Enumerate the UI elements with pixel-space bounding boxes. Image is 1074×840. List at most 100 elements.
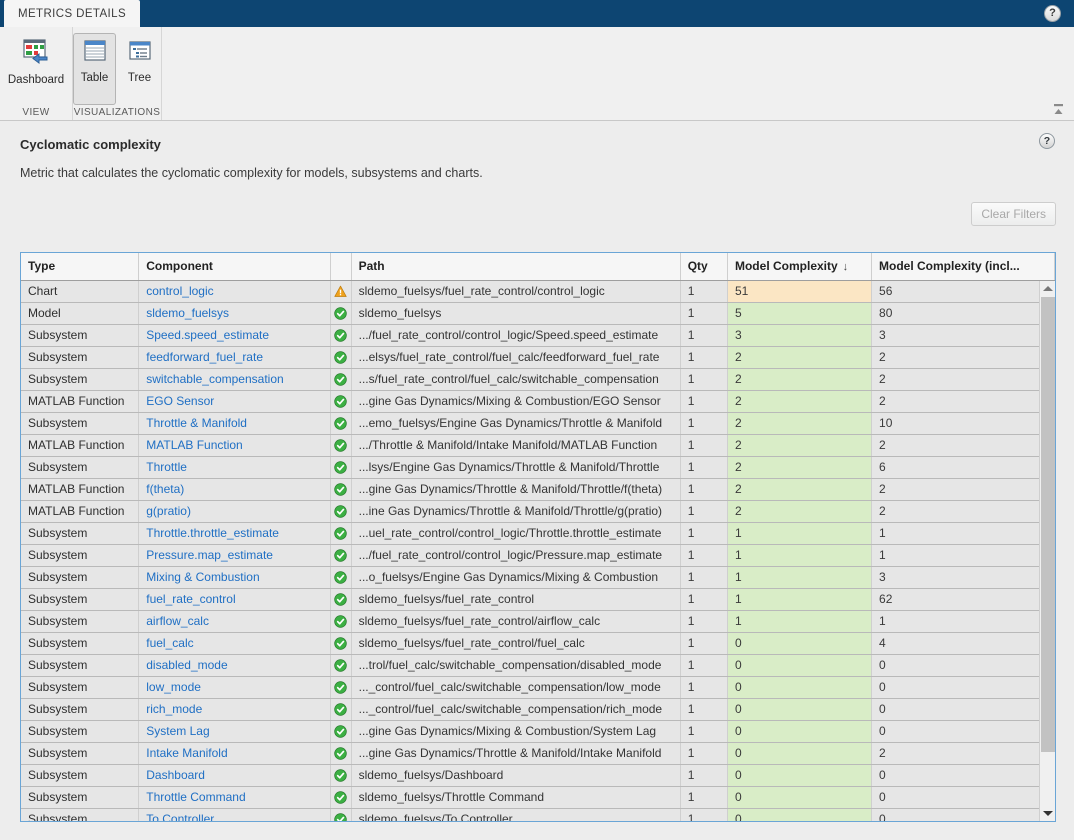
component-link[interactable]: fuel_rate_control — [146, 592, 235, 606]
cell-component[interactable]: System Lag — [139, 720, 330, 742]
column-header-component[interactable]: Component — [139, 253, 330, 280]
component-link[interactable]: EGO Sensor — [146, 394, 214, 408]
cell-component[interactable]: fuel_calc — [139, 632, 330, 654]
table-row[interactable]: SubsystemThrottle...lsys/Engine Gas Dyna… — [21, 456, 1055, 478]
component-link[interactable]: disabled_mode — [146, 658, 227, 672]
component-link[interactable]: fuel_calc — [146, 636, 193, 650]
cell-component[interactable]: sldemo_fuelsys — [139, 302, 330, 324]
cell-component[interactable]: Speed.speed_estimate — [139, 324, 330, 346]
table-row[interactable]: MATLAB FunctionMATLAB Function.../Thrott… — [21, 434, 1055, 456]
component-link[interactable]: control_logic — [146, 284, 213, 298]
cell-component[interactable]: Mixing & Combustion — [139, 566, 330, 588]
cell-model-complexity-incl: 0 — [872, 676, 1055, 698]
cell-component[interactable]: Throttle & Manifold — [139, 412, 330, 434]
component-link[interactable]: g(pratio) — [146, 504, 191, 518]
cell-qty: 1 — [680, 698, 727, 720]
help-icon[interactable]: ? — [1044, 5, 1061, 22]
cell-component[interactable]: EGO Sensor — [139, 390, 330, 412]
cell-qty: 1 — [680, 654, 727, 676]
cell-component[interactable]: g(pratio) — [139, 500, 330, 522]
column-header-path[interactable]: Path — [351, 253, 680, 280]
table-row[interactable]: SubsystemSystem Lag...gine Gas Dynamics/… — [21, 720, 1055, 742]
table-row[interactable]: Modelsldemo_fuelsyssldemo_fuelsys1580 — [21, 302, 1055, 324]
component-link[interactable]: low_mode — [146, 680, 201, 694]
table-row[interactable]: SubsystemPressure.map_estimate.../fuel_r… — [21, 544, 1055, 566]
cell-component[interactable]: MATLAB Function — [139, 434, 330, 456]
component-link[interactable]: Throttle.throttle_estimate — [146, 526, 279, 540]
table-row[interactable]: SubsystemThrottle & Manifold...emo_fuels… — [21, 412, 1055, 434]
component-link[interactable]: Intake Manifold — [146, 746, 227, 760]
tab-metrics-details[interactable]: METRICS DETAILS — [4, 0, 140, 27]
column-header-model-complexity-incl[interactable]: Model Complexity (incl... — [872, 253, 1055, 280]
column-header-status[interactable] — [330, 253, 351, 280]
component-link[interactable]: To Controller — [146, 812, 214, 822]
table-row[interactable]: SubsystemDashboardsldemo_fuelsys/Dashboa… — [21, 764, 1055, 786]
cell-component[interactable]: Intake Manifold — [139, 742, 330, 764]
component-link[interactable]: switchable_compensation — [146, 372, 283, 386]
component-link[interactable]: airflow_calc — [146, 614, 209, 628]
cell-component[interactable]: Throttle — [139, 456, 330, 478]
scroll-down-arrow-icon[interactable] — [1040, 806, 1055, 821]
table-row[interactable]: MATLAB Functionf(theta)...gine Gas Dynam… — [21, 478, 1055, 500]
component-link[interactable]: Throttle — [146, 460, 187, 474]
table-row[interactable]: SubsystemThrottle.throttle_estimate...ue… — [21, 522, 1055, 544]
metric-help-icon[interactable]: ? — [1039, 133, 1055, 149]
cell-qty: 1 — [680, 522, 727, 544]
cell-component[interactable]: To Controller — [139, 808, 330, 822]
component-link[interactable]: Dashboard — [146, 768, 205, 782]
table-row[interactable]: SubsystemMixing & Combustion...o_fuelsys… — [21, 566, 1055, 588]
table-row[interactable]: Subsystemfuel_calcsldemo_fuelsys/fuel_ra… — [21, 632, 1055, 654]
component-link[interactable]: sldemo_fuelsys — [146, 306, 229, 320]
table-row[interactable]: Subsystemrich_mode..._control/fuel_calc/… — [21, 698, 1055, 720]
table-row[interactable]: Subsystemdisabled_mode...trol/fuel_calc/… — [21, 654, 1055, 676]
cell-component[interactable]: Pressure.map_estimate — [139, 544, 330, 566]
table-row[interactable]: Chartcontrol_logicsldemo_fuelsys/fuel_ra… — [21, 280, 1055, 302]
collapse-ribbon-icon[interactable] — [1050, 102, 1066, 118]
scroll-up-arrow-icon[interactable] — [1040, 281, 1055, 296]
table-row[interactable]: SubsystemSpeed.speed_estimate.../fuel_ra… — [21, 324, 1055, 346]
cell-component[interactable]: disabled_mode — [139, 654, 330, 676]
component-link[interactable]: Throttle & Manifold — [146, 416, 247, 430]
clear-filters-button[interactable]: Clear Filters — [971, 202, 1056, 226]
tree-button[interactable]: Tree — [118, 33, 161, 105]
cell-component[interactable]: f(theta) — [139, 478, 330, 500]
table-row[interactable]: Subsystemairflow_calcsldemo_fuelsys/fuel… — [21, 610, 1055, 632]
table-row[interactable]: SubsystemThrottle Commandsldemo_fuelsys/… — [21, 786, 1055, 808]
component-link[interactable]: Mixing & Combustion — [146, 570, 259, 584]
component-link[interactable]: Speed.speed_estimate — [146, 328, 269, 342]
table-row[interactable]: Subsystemlow_mode..._control/fuel_calc/s… — [21, 676, 1055, 698]
scrollbar-thumb[interactable] — [1041, 297, 1055, 752]
cell-component[interactable]: rich_mode — [139, 698, 330, 720]
component-link[interactable]: MATLAB Function — [146, 438, 242, 452]
table-row[interactable]: SubsystemTo Controllersldemo_fuelsys/To … — [21, 808, 1055, 822]
column-header-qty[interactable]: Qty — [680, 253, 727, 280]
cell-component[interactable]: airflow_calc — [139, 610, 330, 632]
table-row[interactable]: Subsystemfuel_rate_controlsldemo_fuelsys… — [21, 588, 1055, 610]
cell-component[interactable]: switchable_compensation — [139, 368, 330, 390]
cell-component[interactable]: Throttle.throttle_estimate — [139, 522, 330, 544]
component-link[interactable]: Pressure.map_estimate — [146, 548, 273, 562]
dashboard-button[interactable]: Dashboard — [11, 33, 61, 105]
cell-path: ...emo_fuelsys/Engine Gas Dynamics/Throt… — [351, 412, 680, 434]
table-row[interactable]: SubsystemIntake Manifold...gine Gas Dyna… — [21, 742, 1055, 764]
cell-component[interactable]: fuel_rate_control — [139, 588, 330, 610]
table-row[interactable]: Subsystemswitchable_compensation...s/fue… — [21, 368, 1055, 390]
cell-component[interactable]: control_logic — [139, 280, 330, 302]
table-button[interactable]: Table — [73, 33, 116, 105]
component-link[interactable]: Throttle Command — [146, 790, 245, 804]
table-row[interactable]: Subsystemfeedforward_fuel_rate...elsys/f… — [21, 346, 1055, 368]
status-ok-icon — [334, 416, 347, 430]
column-header-type[interactable]: Type — [21, 253, 139, 280]
cell-component[interactable]: low_mode — [139, 676, 330, 698]
component-link[interactable]: rich_mode — [146, 702, 202, 716]
cell-component[interactable]: Throttle Command — [139, 786, 330, 808]
column-header-model-complexity[interactable]: Model Complexity↓ — [727, 253, 871, 280]
table-vertical-scrollbar[interactable] — [1039, 281, 1055, 821]
cell-component[interactable]: Dashboard — [139, 764, 330, 786]
component-link[interactable]: System Lag — [146, 724, 209, 738]
cell-component[interactable]: feedforward_fuel_rate — [139, 346, 330, 368]
component-link[interactable]: f(theta) — [146, 482, 184, 496]
component-link[interactable]: feedforward_fuel_rate — [146, 350, 263, 364]
table-row[interactable]: MATLAB Functiong(pratio)...ine Gas Dynam… — [21, 500, 1055, 522]
table-row[interactable]: MATLAB FunctionEGO Sensor...gine Gas Dyn… — [21, 390, 1055, 412]
